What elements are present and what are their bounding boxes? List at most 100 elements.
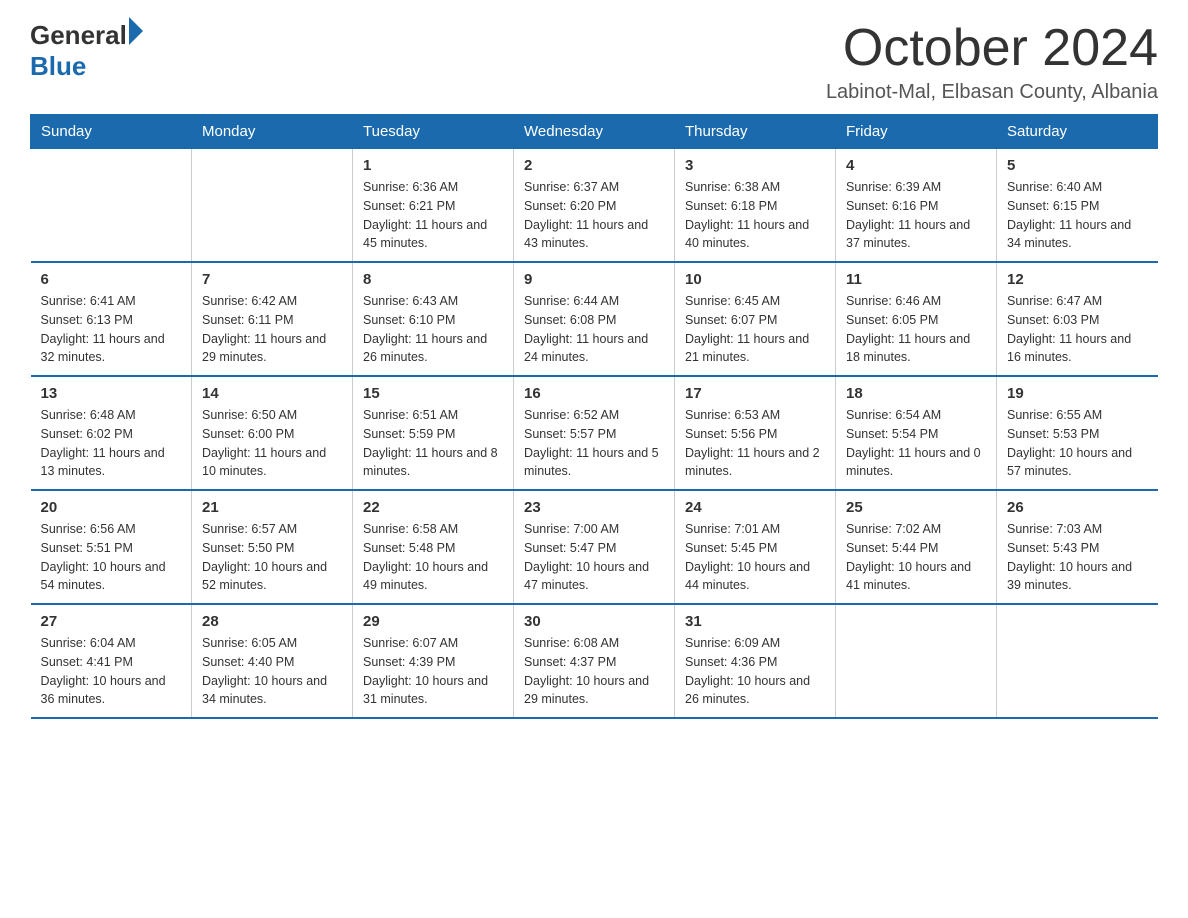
day-header-thursday: Thursday bbox=[675, 115, 836, 149]
day-number: 27 bbox=[41, 613, 182, 630]
day-info: Sunrise: 6:50 AMSunset: 6:00 PMDaylight:… bbox=[202, 406, 342, 481]
day-info: Sunrise: 6:37 AMSunset: 6:20 PMDaylight:… bbox=[524, 178, 664, 253]
day-info: Sunrise: 6:51 AMSunset: 5:59 PMDaylight:… bbox=[363, 406, 503, 481]
day-number: 3 bbox=[685, 157, 825, 174]
day-number: 7 bbox=[202, 271, 342, 288]
day-info: Sunrise: 6:40 AMSunset: 6:15 PMDaylight:… bbox=[1007, 178, 1148, 253]
day-header-monday: Monday bbox=[192, 115, 353, 149]
day-info: Sunrise: 7:01 AMSunset: 5:45 PMDaylight:… bbox=[685, 520, 825, 595]
calendar-cell: 2Sunrise: 6:37 AMSunset: 6:20 PMDaylight… bbox=[514, 149, 675, 263]
calendar-cell: 19 Sunrise: 6:55 AMSunset: 5:53 PMDayligh… bbox=[997, 376, 1158, 490]
day-number: 19 bbox=[1007, 385, 1148, 402]
calendar-cell: 31Sunrise: 6:09 AMSunset: 4:36 PMDayligh… bbox=[675, 604, 836, 718]
calendar-cell: 1 Sunrise: 6:36 AMSunset: 6:21 PMDaylight… bbox=[353, 149, 514, 263]
week-row-5: 27 Sunrise: 6:04 AMSunset: 4:41 PMDayligh… bbox=[31, 604, 1158, 718]
calendar-cell: 12 Sunrise: 6:47 AMSunset: 6:03 PMDayligh… bbox=[997, 262, 1158, 376]
title-block: October 2024 Labinot-Mal, Elbasan County… bbox=[826, 20, 1158, 104]
day-number: 18 bbox=[846, 385, 986, 402]
day-info: Sunrise: 6:38 AMSunset: 6:18 PMDaylight:… bbox=[685, 178, 825, 253]
calendar-cell: 27 Sunrise: 6:04 AMSunset: 4:41 PMDayligh… bbox=[31, 604, 192, 718]
calendar-cell: 16 Sunrise: 6:52 AMSunset: 5:57 PMDayligh… bbox=[514, 376, 675, 490]
calendar-cell: 7 Sunrise: 6:42 AMSunset: 6:11 PMDaylight… bbox=[192, 262, 353, 376]
week-row-2: 6 Sunrise: 6:41 AMSunset: 6:13 PMDaylight… bbox=[31, 262, 1158, 376]
day-info: Sunrise: 6:48 AMSunset: 6:02 PMDaylight:… bbox=[41, 406, 182, 481]
day-number: 29 bbox=[363, 613, 503, 630]
calendar-cell: 30 Sunrise: 6:08 AMSunset: 4:37 PMDayligh… bbox=[514, 604, 675, 718]
week-row-3: 13 Sunrise: 6:48 AMSunset: 6:02 PMDayligh… bbox=[31, 376, 1158, 490]
day-number: 11 bbox=[846, 271, 986, 288]
day-number: 25 bbox=[846, 499, 986, 516]
day-info: Sunrise: 6:47 AMSunset: 6:03 PMDaylight:… bbox=[1007, 292, 1148, 367]
calendar-cell: 29Sunrise: 6:07 AMSunset: 4:39 PMDayligh… bbox=[353, 604, 514, 718]
day-info: Sunrise: 6:43 AMSunset: 6:10 PMDaylight:… bbox=[363, 292, 503, 367]
day-number: 10 bbox=[685, 271, 825, 288]
day-info: Sunrise: 6:56 AMSunset: 5:51 PMDaylight:… bbox=[41, 520, 182, 595]
day-number: 14 bbox=[202, 385, 342, 402]
calendar-cell: 8Sunrise: 6:43 AMSunset: 6:10 PMDaylight… bbox=[353, 262, 514, 376]
calendar-body: 1 Sunrise: 6:36 AMSunset: 6:21 PMDaylight… bbox=[31, 149, 1158, 719]
calendar-cell: 13 Sunrise: 6:48 AMSunset: 6:02 PMDayligh… bbox=[31, 376, 192, 490]
calendar-cell: 28 Sunrise: 6:05 AMSunset: 4:40 PMDayligh… bbox=[192, 604, 353, 718]
calendar-cell: 24 Sunrise: 7:01 AMSunset: 5:45 PMDayligh… bbox=[675, 490, 836, 604]
day-info: Sunrise: 7:02 AMSunset: 5:44 PMDaylight:… bbox=[846, 520, 986, 595]
day-info: Sunrise: 6:57 AMSunset: 5:50 PMDaylight:… bbox=[202, 520, 342, 595]
day-number: 6 bbox=[41, 271, 182, 288]
day-info: Sunrise: 6:39 AMSunset: 6:16 PMDaylight:… bbox=[846, 178, 986, 253]
month-title: October 2024 bbox=[826, 20, 1158, 77]
calendar-cell: 18 Sunrise: 6:54 AMSunset: 5:54 PMDayligh… bbox=[836, 376, 997, 490]
day-number: 24 bbox=[685, 499, 825, 516]
day-info: Sunrise: 6:36 AMSunset: 6:21 PMDaylight:… bbox=[363, 178, 503, 253]
day-info: Sunrise: 6:52 AMSunset: 5:57 PMDaylight:… bbox=[524, 406, 664, 481]
calendar-cell: 26 Sunrise: 7:03 AMSunset: 5:43 PMDayligh… bbox=[997, 490, 1158, 604]
calendar-cell: 22 Sunrise: 6:58 AMSunset: 5:48 PMDayligh… bbox=[353, 490, 514, 604]
calendar-cell: 23Sunrise: 7:00 AMSunset: 5:47 PMDayligh… bbox=[514, 490, 675, 604]
day-number: 1 bbox=[363, 157, 503, 174]
day-header-friday: Friday bbox=[836, 115, 997, 149]
day-info: Sunrise: 6:05 AMSunset: 4:40 PMDaylight:… bbox=[202, 634, 342, 709]
day-info: Sunrise: 6:45 AMSunset: 6:07 PMDaylight:… bbox=[685, 292, 825, 367]
week-row-1: 1 Sunrise: 6:36 AMSunset: 6:21 PMDaylight… bbox=[31, 149, 1158, 263]
day-number: 16 bbox=[524, 385, 664, 402]
calendar-cell: 21 Sunrise: 6:57 AMSunset: 5:50 PMDayligh… bbox=[192, 490, 353, 604]
day-number: 30 bbox=[524, 613, 664, 630]
day-info: Sunrise: 6:42 AMSunset: 6:11 PMDaylight:… bbox=[202, 292, 342, 367]
day-number: 13 bbox=[41, 385, 182, 402]
day-info: Sunrise: 6:58 AMSunset: 5:48 PMDaylight:… bbox=[363, 520, 503, 595]
day-info: Sunrise: 6:44 AMSunset: 6:08 PMDaylight:… bbox=[524, 292, 664, 367]
location-subtitle: Labinot-Mal, Elbasan County, Albania bbox=[826, 81, 1158, 104]
calendar-cell: 5 Sunrise: 6:40 AMSunset: 6:15 PMDaylight… bbox=[997, 149, 1158, 263]
day-info: Sunrise: 6:46 AMSunset: 6:05 PMDaylight:… bbox=[846, 292, 986, 367]
day-number: 28 bbox=[202, 613, 342, 630]
calendar-cell bbox=[192, 149, 353, 263]
day-number: 15 bbox=[363, 385, 503, 402]
calendar-table: SundayMondayTuesdayWednesdayThursdayFrid… bbox=[30, 114, 1158, 719]
calendar-cell: 15 Sunrise: 6:51 AMSunset: 5:59 PMDayligh… bbox=[353, 376, 514, 490]
week-row-4: 20Sunrise: 6:56 AMSunset: 5:51 PMDayligh… bbox=[31, 490, 1158, 604]
day-info: Sunrise: 6:04 AMSunset: 4:41 PMDaylight:… bbox=[41, 634, 182, 709]
day-info: Sunrise: 6:54 AMSunset: 5:54 PMDaylight:… bbox=[846, 406, 986, 481]
day-number: 9 bbox=[524, 271, 664, 288]
calendar-cell: 14 Sunrise: 6:50 AMSunset: 6:00 PMDayligh… bbox=[192, 376, 353, 490]
day-info: Sunrise: 6:41 AMSunset: 6:13 PMDaylight:… bbox=[41, 292, 182, 367]
day-number: 12 bbox=[1007, 271, 1148, 288]
day-info: Sunrise: 7:03 AMSunset: 5:43 PMDaylight:… bbox=[1007, 520, 1148, 595]
calendar-cell: 17Sunrise: 6:53 AMSunset: 5:56 PMDayligh… bbox=[675, 376, 836, 490]
day-number: 21 bbox=[202, 499, 342, 516]
day-number: 17 bbox=[685, 385, 825, 402]
calendar-cell: 3 Sunrise: 6:38 AMSunset: 6:18 PMDaylight… bbox=[675, 149, 836, 263]
day-number: 22 bbox=[363, 499, 503, 516]
day-number: 31 bbox=[685, 613, 825, 630]
day-header-tuesday: Tuesday bbox=[353, 115, 514, 149]
day-number: 5 bbox=[1007, 157, 1148, 174]
days-of-week-row: SundayMondayTuesdayWednesdayThursdayFrid… bbox=[31, 115, 1158, 149]
calendar-cell: 25 Sunrise: 7:02 AMSunset: 5:44 PMDayligh… bbox=[836, 490, 997, 604]
calendar-header: SundayMondayTuesdayWednesdayThursdayFrid… bbox=[31, 115, 1158, 149]
calendar-cell: 6 Sunrise: 6:41 AMSunset: 6:13 PMDaylight… bbox=[31, 262, 192, 376]
day-header-saturday: Saturday bbox=[997, 115, 1158, 149]
day-number: 26 bbox=[1007, 499, 1148, 516]
day-info: Sunrise: 7:00 AMSunset: 5:47 PMDaylight:… bbox=[524, 520, 664, 595]
calendar-cell bbox=[997, 604, 1158, 718]
day-info: Sunrise: 6:08 AMSunset: 4:37 PMDaylight:… bbox=[524, 634, 664, 709]
day-header-wednesday: Wednesday bbox=[514, 115, 675, 149]
day-info: Sunrise: 6:55 AMSunset: 5:53 PMDaylight:… bbox=[1007, 406, 1148, 481]
